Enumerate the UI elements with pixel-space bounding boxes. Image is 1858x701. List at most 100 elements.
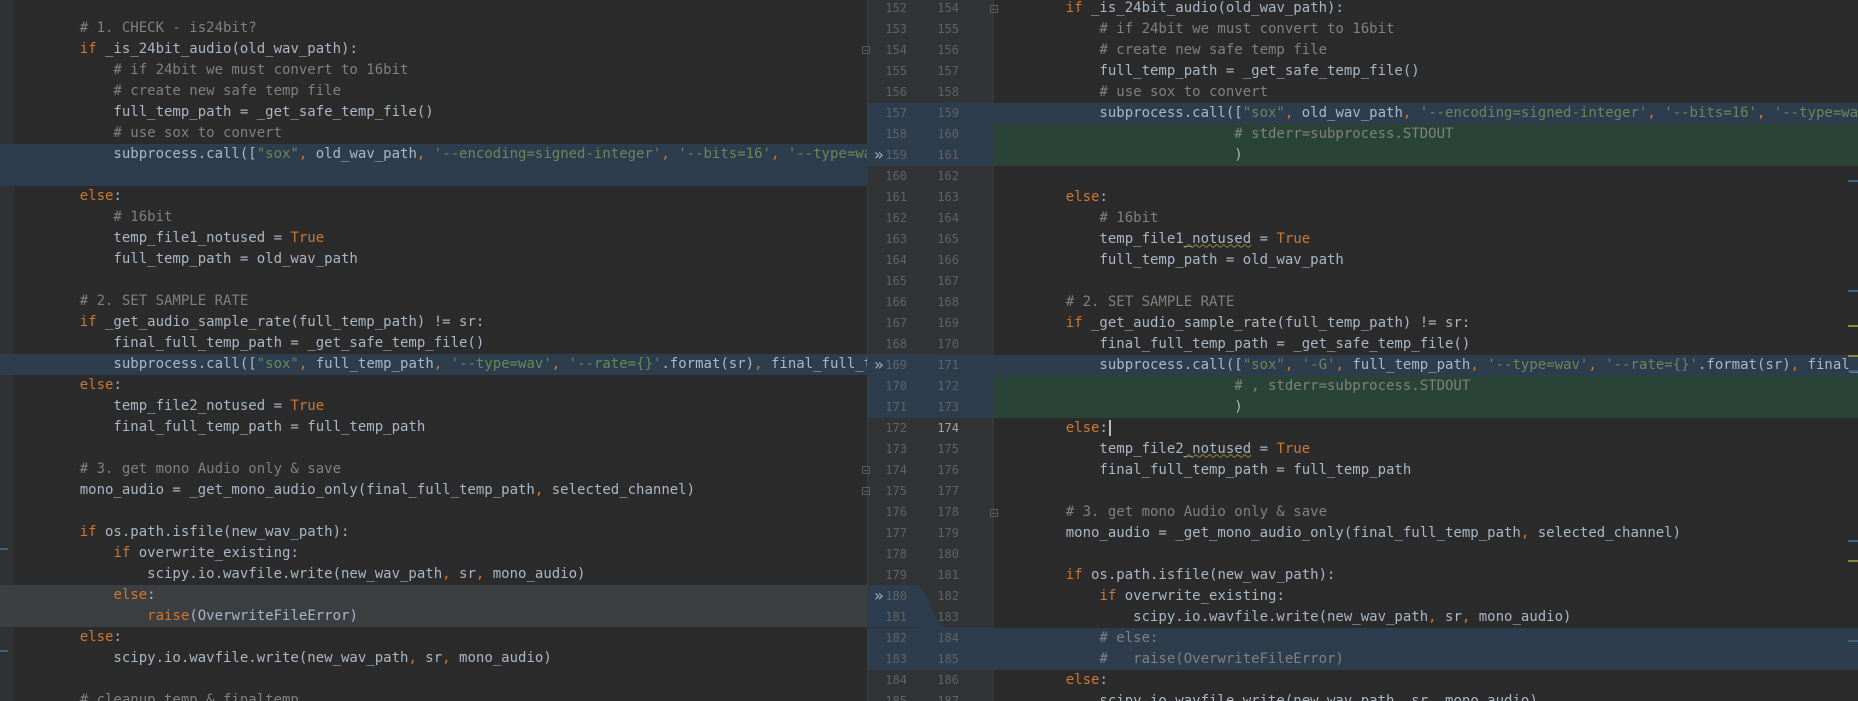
right-code-line[interactable]: # use sox to convert (994, 82, 1858, 103)
right-code-line[interactable]: scipy.io.wavfile.write(new_wav_path, sr,… (994, 607, 1858, 628)
right-code-line[interactable]: full_temp_path = _get_safe_temp_file() (994, 61, 1858, 82)
left-code-line[interactable]: # 1. CHECK - is24bit? (0, 18, 867, 39)
left-code-line[interactable]: scipy.io.wavfile.write(new_wav_path, sr,… (0, 648, 867, 669)
right-code-line[interactable]: if _is_24bit_audio(old_wav_path): (994, 0, 1858, 19)
left-code-line[interactable]: # 16bit (0, 207, 867, 228)
left-code-line[interactable]: mono_audio = _get_mono_audio_only(final_… (0, 480, 867, 501)
right-code-line[interactable]: # , stderr=subprocess.STDOUT (994, 375, 1858, 397)
left-code-line[interactable]: if _is_24bit_audio(old_wav_path): (0, 39, 867, 60)
right-code-line[interactable]: if os.path.isfile(new_wav_path): (994, 565, 1858, 586)
left-code-line[interactable]: full_temp_path = _get_safe_temp_file() (0, 102, 867, 123)
left-code-line[interactable]: # use sox to convert (0, 123, 867, 144)
right-code-line[interactable]: else: (994, 187, 1858, 208)
left-code-line[interactable]: full_temp_path = old_wav_path (0, 249, 867, 270)
right-code-line[interactable]: mono_audio = _get_mono_audio_only(final_… (994, 523, 1858, 544)
left-code-line[interactable] (0, 165, 867, 186)
scrollbar-marker[interactable] (1848, 540, 1858, 542)
right-code-line[interactable] (994, 481, 1858, 502)
gutter-row: 155 157 (867, 61, 994, 82)
right-code-line[interactable] (994, 166, 1858, 187)
right-code-line[interactable]: if _get_audio_sample_rate(full_temp_path… (994, 313, 1858, 334)
right-code-line[interactable]: ) (994, 396, 1858, 418)
left-line-number: 172 (885, 420, 907, 435)
scrollbar-marker[interactable] (1848, 290, 1858, 292)
right-code-line[interactable] (994, 544, 1858, 565)
scrollbar-marker[interactable] (1848, 560, 1858, 562)
right-code-line[interactable]: final_full_temp_path = full_temp_path (994, 460, 1858, 481)
left-code-line[interactable]: subprocess.call(["sox", full_temp_path, … (0, 354, 867, 375)
scrollbar-marker[interactable] (1848, 640, 1858, 642)
right-code-line[interactable]: final_full_temp_path = _get_safe_temp_fi… (994, 334, 1858, 355)
fold-marker-icon[interactable] (862, 487, 870, 495)
left-code-line[interactable] (0, 270, 867, 291)
right-code-line[interactable]: else: (994, 670, 1858, 691)
left-code-line[interactable]: if overwrite_existing: (0, 543, 867, 564)
right-code-line[interactable]: # create new safe temp file (994, 40, 1858, 61)
scrollbar-marker[interactable] (1848, 325, 1858, 327)
fold-marker-icon[interactable] (862, 46, 870, 54)
gutter-row: 177 179 (867, 523, 994, 544)
left-code-line[interactable]: else: (0, 585, 867, 606)
code-text: full_temp_path = _get_safe_temp_file() (46, 104, 434, 120)
left-code-line[interactable]: scipy.io.wavfile.write(new_wav_path, sr,… (0, 564, 867, 585)
right-line-number: 167 (937, 273, 959, 288)
scrollbar-marker[interactable] (1848, 355, 1858, 357)
left-code-line[interactable]: # cleanup temp & finaltemp (0, 690, 867, 701)
left-code-line[interactable]: # 2. SET SAMPLE RATE (0, 291, 867, 312)
double-chevron-right-icon[interactable]: » (874, 585, 884, 606)
right-code-line[interactable]: if overwrite_existing: (994, 586, 1858, 607)
left-code-line[interactable]: # if 24bit we must convert to 16bit (0, 60, 867, 81)
right-code-line[interactable]: # raise(OverwriteFileError) (994, 648, 1858, 670)
left-line-number: 184 (885, 672, 907, 687)
scrollbar-marker[interactable] (1848, 370, 1858, 372)
left-code-line[interactable]: else: (0, 375, 867, 396)
right-code-line[interactable]: full_temp_path = old_wav_path (994, 250, 1858, 271)
right-line-number: 185 (937, 651, 959, 666)
double-chevron-right-icon[interactable]: » (874, 354, 884, 375)
right-code-line[interactable]: else: (994, 418, 1858, 439)
left-code-line[interactable]: if _get_audio_sample_rate(full_temp_path… (0, 312, 867, 333)
left-code-line[interactable] (0, 438, 867, 459)
right-code-line[interactable]: # 2. SET SAMPLE RATE (994, 292, 1858, 313)
left-code-line[interactable]: # create new safe temp file (0, 81, 867, 102)
left-code-line[interactable] (0, 669, 867, 690)
left-editor-pane[interactable]: # 1. CHECK - is24bit? if _is_24bit_audio… (0, 0, 867, 701)
fold-marker-icon[interactable] (862, 466, 870, 474)
right-code-line[interactable]: # 16bit (994, 208, 1858, 229)
double-chevron-right-icon[interactable]: » (874, 144, 884, 165)
right-code-line[interactable]: subprocess.call(["sox", old_wav_path, '-… (994, 102, 1858, 124)
left-code-line[interactable]: if os.path.isfile(new_wav_path): (0, 522, 867, 543)
right-editor-pane[interactable]: if _is_24bit_audio(old_wav_path): # if 2… (994, 0, 1858, 701)
left-code-line[interactable]: temp_file2_notused = True (0, 396, 867, 417)
code-text: scipy.io.wavfile.write(new_wav_path, sr,… (1032, 608, 1572, 625)
left-code-line[interactable] (0, 501, 867, 522)
left-code-line[interactable]: final_full_temp_path = full_temp_path (0, 417, 867, 438)
left-code-line[interactable]: temp_file1_notused = True (0, 228, 867, 249)
right-code-line[interactable]: # 3. get mono Audio only & save (994, 502, 1858, 523)
fold-marker-icon[interactable] (990, 508, 998, 517)
right-code-line[interactable]: temp_file2_notused = True (994, 439, 1858, 460)
right-code-line[interactable]: subprocess.call(["sox", '-G', full_temp_… (994, 354, 1858, 376)
left-code-line[interactable]: final_full_temp_path = _get_safe_temp_fi… (0, 333, 867, 354)
left-line-number: 155 (885, 63, 907, 78)
right-code-line[interactable]: # if 24bit we must convert to 16bit (994, 19, 1858, 40)
left-code-line[interactable]: # 3. get mono Audio only & save (0, 459, 867, 480)
right-code-line[interactable]: temp_file1_notused = True (994, 229, 1858, 250)
left-code-line[interactable]: raise(OverwriteFileError) (0, 606, 867, 627)
gutter-row: 157 159 (867, 102, 994, 124)
fold-marker-icon[interactable] (990, 4, 998, 13)
right-code-line[interactable]: ) (994, 144, 1858, 166)
right-code-line[interactable]: # stderr=subprocess.STDOUT (994, 123, 1858, 145)
right-code-line[interactable] (994, 271, 1858, 292)
right-code-line[interactable]: scipy.io.wavfile.write(new_wav_path, sr,… (994, 691, 1858, 701)
left-code-line[interactable]: else: (0, 627, 867, 648)
right-code-line[interactable]: # else: (994, 627, 1858, 649)
left-line-number: 179 (885, 567, 907, 582)
left-code-line[interactable]: else: (0, 186, 867, 207)
code-text: subprocess.call(["sox", full_temp_path, … (46, 356, 867, 372)
code-text: final_full_temp_path = full_temp_path (46, 419, 426, 435)
right-line-number: 183 (937, 609, 959, 624)
scrollbar-marker[interactable] (1848, 180, 1858, 182)
code-text: if os.path.isfile(new_wav_path): (1065, 566, 1336, 583)
left-code-line[interactable]: subprocess.call(["sox", old_wav_path, '-… (0, 144, 867, 165)
